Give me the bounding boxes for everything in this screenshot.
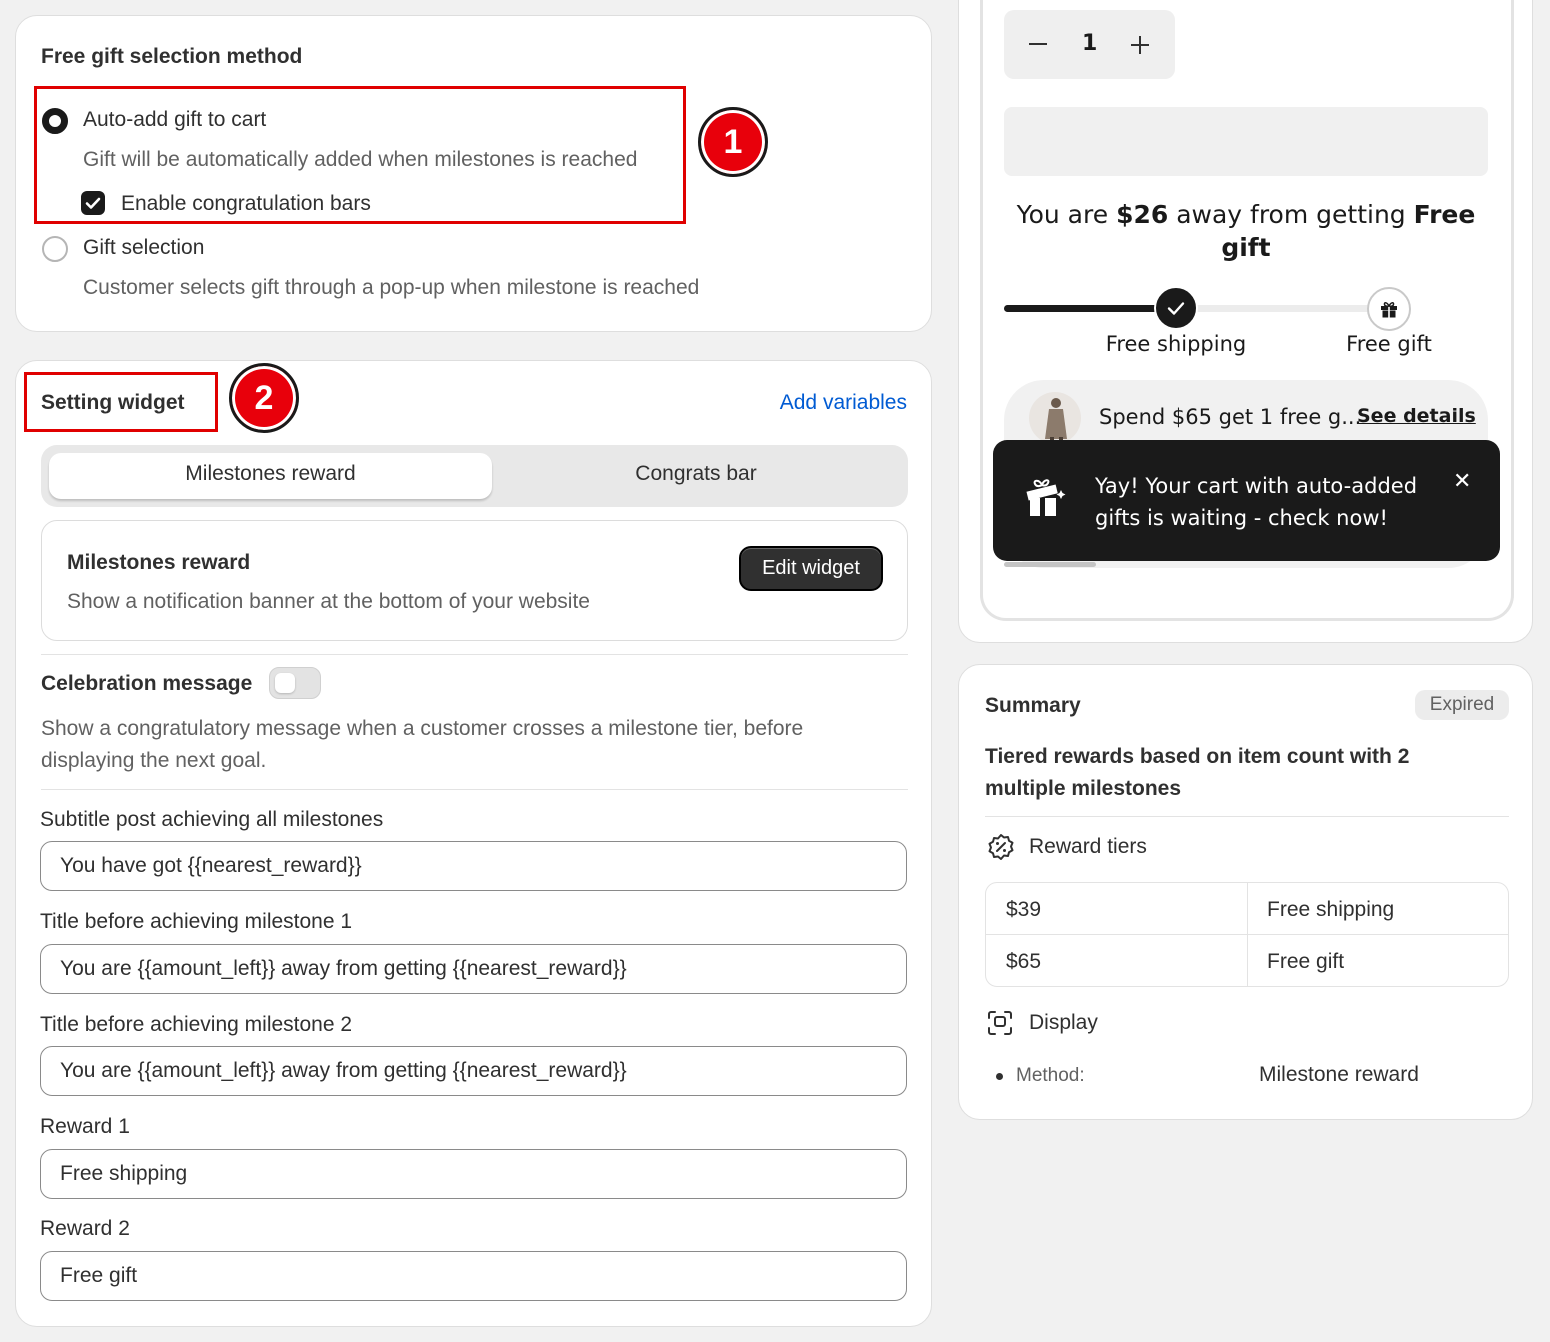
divider bbox=[985, 816, 1509, 817]
field-label-reward-1: Reward 1 bbox=[40, 1115, 130, 1138]
offer-scrollbar[interactable] bbox=[1004, 562, 1096, 567]
gift-selection-label[interactable]: Gift selection bbox=[83, 234, 204, 262]
bullet bbox=[996, 1073, 1003, 1080]
gift-icon bbox=[1381, 302, 1397, 318]
toast-notification: Yay! Your cart with auto-added gifts is … bbox=[993, 440, 1500, 561]
field-label-milestone-1: Title before achieving milestone 1 bbox=[40, 910, 353, 933]
add-to-cart-placeholder[interactable] bbox=[1004, 107, 1488, 176]
field-label-subtitle: Subtitle post achieving all milestones bbox=[40, 808, 384, 831]
offer-text: Spend $65 get 1 free g... bbox=[1099, 405, 1362, 429]
progress-fill bbox=[1004, 305, 1176, 312]
headline-prefix: You are bbox=[1016, 200, 1117, 229]
discount-badge-icon bbox=[988, 834, 1014, 860]
edit-widget-button[interactable]: Edit widget bbox=[739, 546, 883, 591]
quantity-stepper: 1 bbox=[1004, 10, 1175, 79]
headline-reward-part2: gift bbox=[1221, 233, 1271, 262]
headline-mid: away from getting bbox=[1168, 200, 1414, 229]
tab-milestones-reward[interactable]: Milestones reward bbox=[49, 462, 492, 486]
milestone-label-gift: Free gift bbox=[1346, 332, 1432, 356]
milestone-2-title-input[interactable]: You are {{amount_left}} away from gettin… bbox=[40, 1046, 907, 1096]
subtitle-input[interactable]: You have got {{nearest_reward}} bbox=[40, 841, 907, 891]
minus-icon[interactable] bbox=[1028, 36, 1048, 52]
tier-threshold: $39 bbox=[1006, 898, 1042, 921]
widget-card-description: Show a notification banner at the bottom… bbox=[67, 590, 590, 613]
gift-method-title: Free gift selection method bbox=[41, 45, 303, 68]
reward-2-input[interactable]: Free gift bbox=[40, 1251, 907, 1301]
add-variables-link[interactable]: Add variables bbox=[780, 389, 907, 417]
widget-card-title: Milestones reward bbox=[67, 551, 251, 574]
annotation-box-1 bbox=[34, 86, 686, 224]
close-icon[interactable]: ✕ bbox=[1453, 468, 1471, 494]
tier-threshold: $65 bbox=[1006, 950, 1042, 973]
divider bbox=[41, 654, 908, 655]
product-thumbnail bbox=[1029, 392, 1081, 444]
annotation-marker-2: 2 bbox=[229, 363, 299, 433]
field-label-milestone-2: Title before achieving milestone 2 bbox=[40, 1013, 353, 1036]
widget-tabs: Milestones reward Congrats bar bbox=[41, 445, 908, 507]
tab-congrats-bar[interactable]: Congrats bar bbox=[484, 462, 908, 486]
tier-reward: Free gift bbox=[1267, 950, 1345, 973]
divider bbox=[41, 789, 908, 790]
quantity-value[interactable]: 1 bbox=[1082, 31, 1097, 56]
display-icon bbox=[988, 1011, 1012, 1035]
milestone-1-title-input[interactable]: You are {{amount_left}} away from gettin… bbox=[40, 944, 907, 994]
celebration-toggle[interactable] bbox=[269, 667, 321, 699]
gift-box-icon bbox=[1026, 479, 1066, 516]
see-details-link[interactable]: See details bbox=[1357, 405, 1476, 427]
annotation-box-2 bbox=[24, 372, 218, 432]
annotation-marker-1: 1 bbox=[698, 107, 768, 177]
celebration-description-2: displaying the next goal. bbox=[41, 749, 267, 772]
celebration-title: Celebration message bbox=[41, 672, 253, 695]
toggle-knob bbox=[275, 673, 295, 693]
reward-tiers-label: Reward tiers bbox=[1029, 835, 1147, 858]
check-icon bbox=[1167, 302, 1185, 315]
method-value: Milestone reward bbox=[1259, 1063, 1419, 1086]
reward-1-input[interactable]: Free shipping bbox=[40, 1149, 907, 1199]
summary-title: Summary bbox=[985, 694, 1081, 717]
status-badge: Expired bbox=[1415, 690, 1509, 720]
field-label-reward-2: Reward 2 bbox=[40, 1217, 130, 1240]
display-label: Display bbox=[1029, 1011, 1098, 1034]
gift-selection-radio[interactable] bbox=[42, 236, 68, 262]
column-divider bbox=[1247, 883, 1248, 986]
summary-card: Summary Expired Tiered rewards based on … bbox=[958, 664, 1533, 1120]
product-figure-icon bbox=[1045, 398, 1067, 444]
reward-tiers-table: $39 Free shipping $65 Free gift bbox=[985, 882, 1509, 987]
milestones-reward-widget-card: Milestones reward Show a notification ba… bbox=[41, 520, 908, 641]
headline-amount: $26 bbox=[1116, 200, 1169, 229]
milestone-shipping-check bbox=[1154, 286, 1198, 330]
plus-icon[interactable] bbox=[1130, 35, 1150, 55]
summary-description-2: multiple milestones bbox=[985, 777, 1182, 800]
milestone-label-shipping: Free shipping bbox=[1105, 332, 1247, 356]
milestone-gift-circle bbox=[1367, 287, 1411, 331]
preview-headline-line1: You are $26 away from getting Free bbox=[1004, 200, 1488, 229]
celebration-description-1: Show a congratulatory message when a cus… bbox=[41, 717, 804, 740]
headline-reward-part1: Free bbox=[1413, 200, 1476, 229]
method-label: Method: bbox=[1016, 1065, 1085, 1086]
toast-line-2: gifts is waiting - check now! bbox=[1095, 506, 1388, 530]
gift-selection-description: Customer selects gift through a pop-up w… bbox=[83, 276, 700, 299]
tier-reward: Free shipping bbox=[1267, 898, 1395, 921]
toast-line-1: Yay! Your cart with auto-added bbox=[1095, 474, 1418, 498]
summary-description-1: Tiered rewards based on item count with … bbox=[985, 745, 1410, 768]
